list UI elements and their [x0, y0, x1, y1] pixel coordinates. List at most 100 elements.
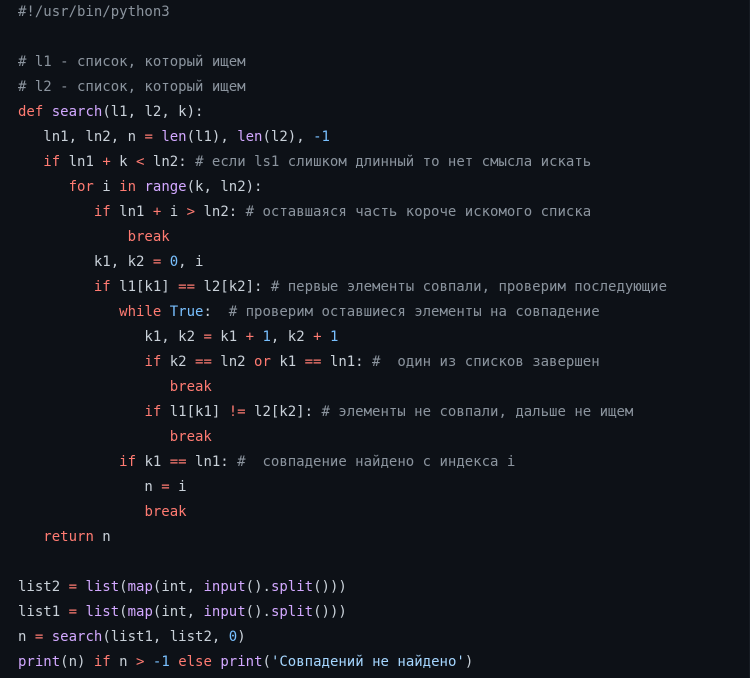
code-line: def search(l1, l2, k): [18, 100, 203, 125]
code-text: k2 [161, 354, 196, 370]
code-line: # l2 - список, который ищем [18, 75, 246, 100]
code-comment: # один из списков завершен [372, 354, 600, 370]
code-operator: == [304, 354, 322, 370]
code-line: # l1 - список, который ищем [18, 50, 246, 75]
code-builtin: range [144, 179, 187, 195]
code-keyword: break [169, 379, 212, 395]
code-text: ln1: [186, 454, 238, 470]
code-text: k1, k2 [18, 329, 204, 345]
code-operator: + [102, 154, 111, 170]
code-builtin: map [127, 579, 153, 595]
code-builtin: list [85, 604, 120, 620]
scrollbar[interactable] [745, 638, 749, 678]
code-line: if l1[k1] != l2[k2]: # элементы не совпа… [18, 400, 633, 425]
code-text: list2 [18, 579, 69, 595]
code-comment: #!/usr/bin/python3 [18, 4, 170, 20]
code-line: k1, k2 = 0, i [18, 250, 204, 275]
code-text: ln2: [195, 204, 246, 220]
code-keyword: if [144, 404, 162, 420]
code-text: ln1, ln2, n [18, 129, 145, 145]
code-builtin: search [51, 629, 103, 645]
code-keyword: for [68, 179, 94, 195]
code-keyword: if [119, 454, 137, 470]
code-builtin: list [85, 579, 120, 595]
code-text: l2[k2]: [245, 404, 322, 420]
code-line: print(n) if n > -1 else print('Совпадени… [18, 650, 473, 675]
code-keyword: if [93, 204, 111, 220]
code-line: ln1, ln2, n = len(l1), len(l2), -1 [18, 125, 330, 150]
code-operator: == [195, 354, 212, 370]
code-builtin: split [270, 604, 314, 620]
code-text: i [93, 179, 120, 195]
code-line: return n [18, 525, 111, 550]
code-builtin: print [220, 654, 263, 670]
code-editor-panel[interactable]: #!/usr/bin/python3 # l1 - список, который… [0, 0, 750, 678]
code-number: 0 [169, 254, 179, 270]
code-text: n [93, 529, 111, 545]
code-text: n [110, 654, 137, 670]
code-string: 'Совпадений не найдено' [270, 654, 465, 670]
code-text: l2[k2]: [195, 279, 271, 295]
code-text: k1, k2 [18, 254, 153, 270]
code-keyword: else [178, 654, 212, 670]
code-line: list2 = list(map(int, input().split())) [18, 575, 347, 600]
code-line: break [18, 500, 187, 525]
code-text: (l2), [262, 129, 314, 145]
code-number: 0 [228, 629, 238, 645]
code-comment: # l1 - список, который ищем [18, 54, 246, 70]
code-comment: # если ls1 слишком длинный то нет смысла… [195, 154, 592, 170]
code-text: (k, ln2): [186, 179, 263, 195]
code-text: ())) [313, 604, 347, 620]
code-line: if k1 == ln1: # совпадение найдено с инд… [18, 450, 515, 475]
code-text: (l1, l2, k): [102, 104, 204, 120]
code-keyword: or [254, 354, 271, 370]
code-keyword: if [144, 354, 162, 370]
code-keyword: return [43, 529, 94, 545]
code-comment: # оставшаяся часть короче искомого списк… [245, 204, 592, 220]
code-line: if ln1 + k < ln2: # если ls1 слишком дли… [18, 150, 591, 175]
code-text: (list1, list2, [102, 629, 229, 645]
code-operator: != [228, 404, 246, 420]
code-text: (int, [152, 579, 204, 595]
code-text: i [169, 479, 187, 495]
code-line: list1 = list(map(int, input().split())) [18, 600, 347, 625]
code-operator: = [161, 479, 170, 495]
code-line: break [18, 425, 212, 450]
code-keyword: while [119, 304, 162, 320]
code-text: (int, [152, 604, 204, 620]
code-keyword: if [43, 154, 61, 170]
code-builtin: print [18, 654, 61, 670]
code-text: i [161, 204, 187, 220]
code-comment: # совпадение найдено с индекса i [237, 454, 516, 470]
code-operator: = [144, 129, 153, 145]
code-text: ( [119, 604, 128, 620]
code-comment: # первые элементы совпали, проверим посл… [270, 279, 668, 295]
code-keyword: break [144, 504, 187, 520]
code-number: 1 [329, 329, 339, 345]
code-operator: > [186, 204, 196, 220]
code-builtin: map [127, 604, 153, 620]
code-text: k1 [211, 329, 246, 345]
code-line: n = i [18, 475, 187, 500]
code-text: ( [119, 579, 128, 595]
code-text: l1[k1] [110, 279, 179, 295]
code-operator: + [313, 329, 322, 345]
code-number: 1 [262, 329, 271, 345]
code-line: if ln1 + i > ln2: # оставшаяся часть кор… [18, 200, 591, 225]
code-text: ln1 [60, 154, 103, 170]
